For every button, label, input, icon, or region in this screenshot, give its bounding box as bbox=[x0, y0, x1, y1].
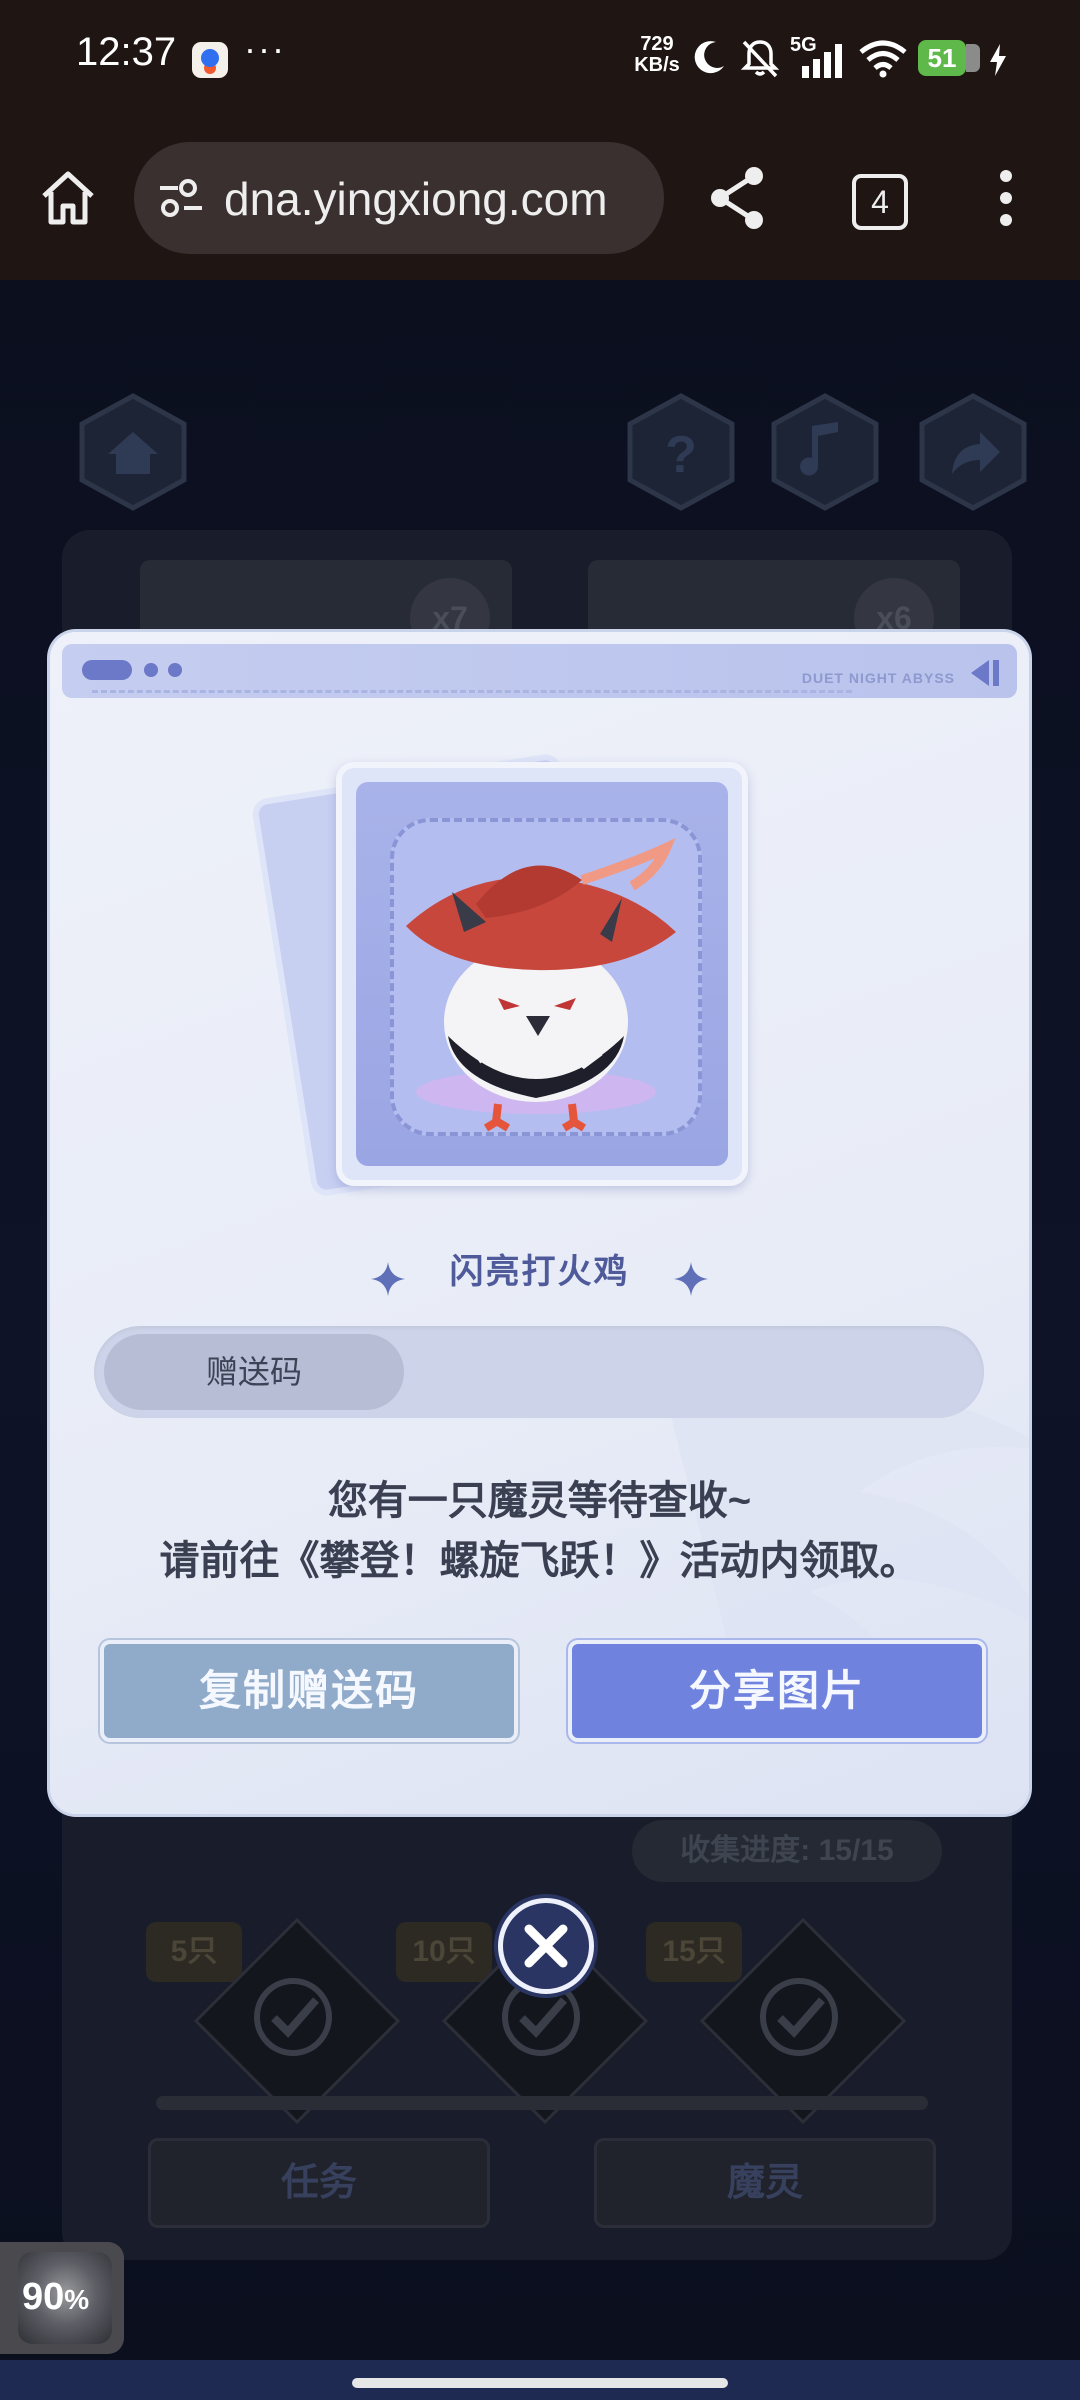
network-speed: 729 KB/s bbox=[632, 34, 682, 76]
milestone-tag: 5只 bbox=[146, 1922, 242, 1982]
muted-bell-icon bbox=[740, 40, 780, 78]
gift-code-label: 赠送码 bbox=[104, 1334, 404, 1410]
floating-widget-percent: 90% bbox=[22, 2276, 89, 2319]
header-pill-decoration bbox=[82, 660, 132, 680]
message-line-2: 请前往《攀登！螺旋飞跃！》活动内领取。 bbox=[159, 1539, 920, 1583]
gift-code-dialog: DUET NIGHT ABYSS 闪亮打火鸡 赠送码 您有一只魔灵等待查收~ 请… bbox=[50, 632, 1029, 1814]
claimed-check-icon bbox=[760, 1978, 838, 2056]
close-dialog-button[interactable] bbox=[498, 1898, 594, 1994]
status-overflow: ··· bbox=[244, 28, 286, 69]
sparkle-icon bbox=[673, 1261, 708, 1296]
floating-widget-percent-sign: % bbox=[64, 2284, 90, 2315]
tab-switcher-button[interactable]: 4 bbox=[852, 174, 908, 230]
battery-indicator: 51 bbox=[918, 40, 966, 76]
pet-name: 闪亮打火鸡 bbox=[449, 1253, 630, 1291]
system-navigation-bar bbox=[0, 2360, 1080, 2400]
status-time: 12:37 bbox=[76, 30, 177, 74]
share-image-button[interactable]: 分享图片 bbox=[568, 1640, 986, 1742]
sparkle-icon bbox=[371, 1261, 406, 1296]
collection-progress: 收集进度: 15/15 bbox=[632, 1820, 942, 1882]
game-help-icon[interactable]: ? bbox=[622, 392, 740, 512]
pet-illustration bbox=[406, 838, 676, 1132]
network-speed-unit: KB/s bbox=[634, 54, 680, 76]
header-dot bbox=[144, 663, 158, 677]
charging-bolt-icon bbox=[990, 44, 1006, 76]
wifi-icon bbox=[859, 40, 907, 78]
network-speed-value: 729 bbox=[640, 33, 674, 55]
header-dashed-line bbox=[92, 690, 852, 693]
header-dot bbox=[168, 663, 182, 677]
message-line-1: 您有一只魔灵等待查收~ bbox=[327, 1479, 752, 1523]
claimed-check-icon bbox=[254, 1978, 332, 2056]
address-bar[interactable]: dna.yingxiong.com bbox=[134, 142, 664, 254]
dialog-header: DUET NIGHT ABYSS bbox=[62, 644, 1017, 698]
spirit-tab-button[interactable]: 魔灵 bbox=[594, 2138, 936, 2228]
pet-card bbox=[336, 762, 748, 1186]
tune-icon[interactable] bbox=[156, 176, 206, 220]
app-notification-icon bbox=[192, 42, 228, 78]
share-icon[interactable] bbox=[706, 164, 770, 232]
gesture-handle[interactable] bbox=[352, 2378, 728, 2388]
browser-toolbar: dna.yingxiong.com 4 bbox=[0, 118, 1080, 282]
pet-name-row: 闪亮打火鸡 bbox=[50, 1244, 1029, 1296]
url-text[interactable]: dna.yingxiong.com bbox=[224, 172, 654, 226]
milestone-tag: 10只 bbox=[396, 1922, 492, 1982]
status-bar: 12:37 ··· 729 KB/s 5G 51 bbox=[0, 0, 1080, 118]
milestone-tag: 15只 bbox=[646, 1922, 742, 1982]
gift-code-field[interactable]: 赠送码 bbox=[94, 1326, 984, 1418]
pet-card-frame bbox=[356, 782, 728, 1166]
header-arrow-icon bbox=[971, 660, 999, 686]
copy-code-button[interactable]: 复制赠送码 bbox=[100, 1640, 518, 1742]
svg-text:?: ? bbox=[665, 426, 697, 484]
do-not-disturb-moon-icon bbox=[694, 41, 724, 74]
battery-empty-part bbox=[966, 44, 980, 72]
more-vert-icon[interactable] bbox=[996, 168, 1016, 228]
floating-widget-percent-value: 90 bbox=[22, 2276, 65, 2318]
game-music-icon[interactable] bbox=[766, 392, 884, 512]
floating-progress-widget[interactable]: 90% bbox=[0, 2242, 124, 2354]
header-brand-text: DUET NIGHT ABYSS bbox=[801, 670, 955, 686]
game-home-icon[interactable] bbox=[74, 392, 192, 512]
milestone-track bbox=[156, 2096, 928, 2110]
game-share-icon[interactable] bbox=[914, 392, 1032, 512]
cell-signal-icon bbox=[802, 44, 842, 78]
home-icon[interactable] bbox=[36, 166, 100, 230]
task-tab-button[interactable]: 任务 bbox=[148, 2138, 490, 2228]
close-icon[interactable] bbox=[503, 1903, 589, 1989]
